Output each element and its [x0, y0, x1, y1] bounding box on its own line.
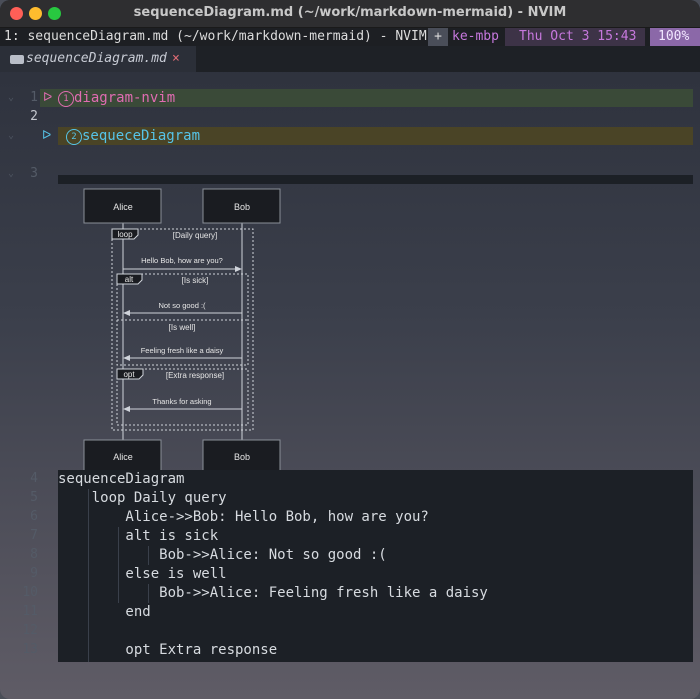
- arrowhead-icon: [123, 310, 130, 316]
- heading-1-line: ᐅ 1 diagram-nvim: [40, 89, 693, 107]
- opt-label: opt: [123, 370, 135, 379]
- else-condition: [Is well]: [169, 323, 196, 332]
- heading-level-1-icon: 1: [58, 91, 74, 107]
- markdown-icon: [10, 55, 24, 64]
- loop-label: loop: [117, 230, 133, 239]
- loop-condition: [Daily query]: [173, 231, 217, 240]
- line-number: 1: [30, 90, 38, 105]
- code-line: Alice->>Bob: Hello Bob, how are you?: [58, 509, 429, 525]
- tmux-plus: +: [428, 28, 448, 46]
- line-number: 7: [30, 528, 38, 543]
- actor-label: Alice: [113, 452, 133, 462]
- tab-label: sequenceDiagram.md: [26, 51, 167, 66]
- window-title: sequenceDiagram.md (~/work/markdown-merm…: [133, 5, 567, 20]
- fold-indicator[interactable]: ⌄: [8, 130, 14, 141]
- fold-indicator[interactable]: ⌄: [8, 168, 14, 179]
- title-bar: sequenceDiagram.md (~/work/markdown-merm…: [0, 0, 700, 28]
- heading-2-line: ᐅ 2 sequeceDiagram: [42, 127, 693, 145]
- tmux-window-name[interactable]: 1: sequenceDiagram.md (~/work/markdown-m…: [4, 28, 427, 46]
- code-line: opt Extra response: [58, 642, 278, 658]
- code-line: loop Daily query: [58, 490, 227, 506]
- fold-indicator[interactable]: ⌄: [8, 92, 14, 103]
- alt-condition: [Is sick]: [182, 276, 209, 285]
- tmux-date: Thu Oct 3 15:43: [505, 28, 645, 46]
- heading-level-2-icon: 2: [66, 129, 82, 145]
- code-line: alt is sick: [58, 528, 219, 544]
- tmux-hostname: ke-mbp: [452, 29, 499, 44]
- tab-sequencediagram[interactable]: sequenceDiagram.md ×: [0, 46, 196, 72]
- code-line: end: [58, 604, 151, 620]
- actor-alice-bottom: Alice: [83, 439, 162, 470]
- message-label: Hello Bob, how are you?: [141, 256, 223, 265]
- line-number: 12: [22, 623, 38, 638]
- line-number: 10: [22, 585, 38, 600]
- line-number: 5: [30, 490, 38, 505]
- message-label: Feeling fresh like a daisy: [141, 346, 224, 355]
- heading-1-text: diagram-nvim: [74, 90, 176, 106]
- heading-marker-icon: ᐅ: [42, 128, 52, 142]
- tab-line: sequenceDiagram.md ×: [0, 46, 700, 72]
- code-line: Bob->>Alice: Not so good :(: [58, 547, 387, 563]
- actor-alice-top: Alice: [83, 188, 162, 224]
- code-fence-top: [58, 175, 693, 184]
- message-label: Not so good :(: [158, 301, 206, 310]
- nvim-window: sequenceDiagram.md (~/work/markdown-merm…: [0, 0, 700, 699]
- actor-bob-bottom: Bob: [202, 439, 281, 470]
- code-line: sequenceDiagram: [58, 471, 185, 487]
- line-number: 6: [30, 509, 38, 524]
- opt-condition: [Extra response]: [166, 371, 224, 380]
- tmux-battery: 100%: [650, 28, 700, 46]
- arrowhead-icon: [123, 406, 130, 412]
- heading-2-text: sequeceDiagram: [82, 128, 201, 144]
- tmux-status-bar: 1: sequenceDiagram.md (~/work/markdown-m…: [0, 28, 700, 46]
- actor-label: Bob: [234, 452, 250, 462]
- code-line: Bob->>Alice: Feeling fresh like a daisy: [58, 585, 488, 601]
- line-number: 3: [30, 166, 38, 181]
- arrowhead-icon: [123, 355, 130, 361]
- line-number: 11: [22, 604, 38, 619]
- message-label: Thanks for asking: [152, 397, 211, 406]
- arrowhead-icon: [235, 266, 242, 272]
- line-number: 9: [30, 566, 38, 581]
- tab-close-icon[interactable]: ×: [172, 46, 180, 72]
- sequence-diagram: Alice Bob Alice Bob loop [Daily query] H…: [83, 188, 281, 470]
- code-block[interactable]: sequenceDiagram loop Daily query Alice->…: [58, 470, 693, 662]
- line-number: 4: [30, 471, 38, 486]
- actor-bob-top: Bob: [202, 188, 281, 224]
- heading-marker-icon: ᐅ: [43, 90, 53, 104]
- alt-label: alt: [125, 275, 134, 284]
- code-line: else is well: [58, 566, 227, 582]
- actor-label: Bob: [234, 202, 250, 212]
- line-number: 13: [22, 642, 38, 657]
- line-number-current: 2: [30, 109, 38, 124]
- editor-pane[interactable]: 1 2 3 4 5 6 7 8 9 10 11 12 13 ⌄ ⌄ ⌄ ᐅ 1 …: [0, 72, 700, 699]
- actor-label: Alice: [113, 202, 133, 212]
- line-number: 8: [30, 547, 38, 562]
